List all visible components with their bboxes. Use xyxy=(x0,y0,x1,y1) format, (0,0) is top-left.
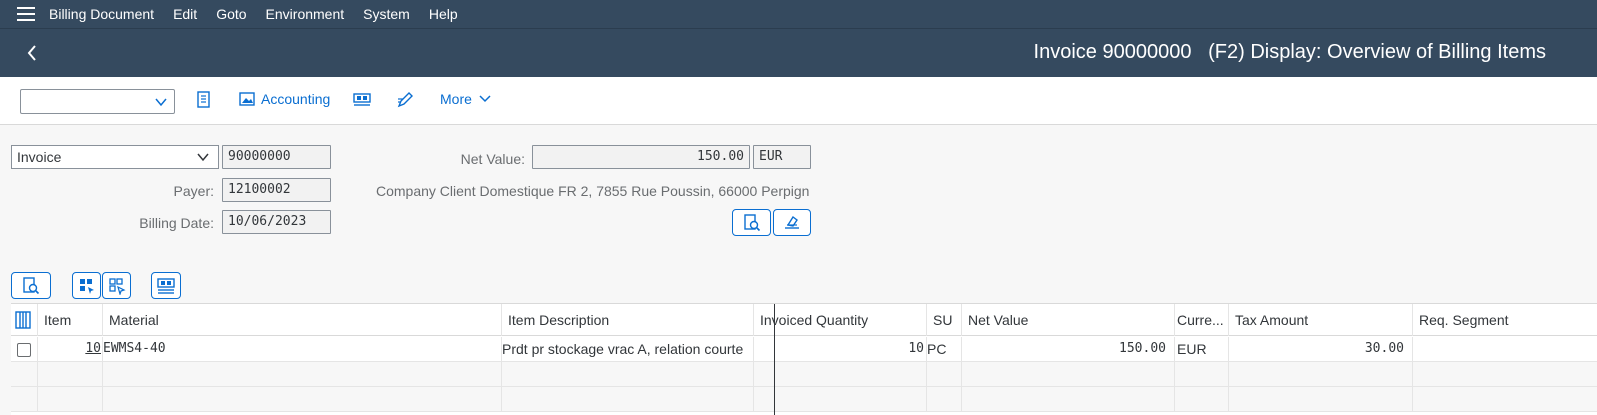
empty-cell xyxy=(103,387,502,411)
cell-req-segment xyxy=(1413,337,1597,361)
payer-label: Payer: xyxy=(173,183,214,199)
menu-edit[interactable]: Edit xyxy=(173,6,197,22)
column-header-item[interactable]: Item xyxy=(38,304,103,336)
deselect-all-button[interactable] xyxy=(102,272,131,299)
display-header-button[interactable] xyxy=(151,272,181,299)
net-value-label: Net Value: xyxy=(460,151,525,167)
payer-field[interactable]: 12100002 xyxy=(222,178,331,202)
image-icon xyxy=(239,92,255,106)
table-row-empty xyxy=(11,387,1597,412)
empty-cell xyxy=(962,362,1175,386)
empty-cell xyxy=(754,387,927,411)
chevron-down-icon xyxy=(155,98,167,107)
more-label: More xyxy=(440,91,472,107)
display-partner-button[interactable] xyxy=(732,209,771,236)
page-title: Invoice 90000000 (F2) Display: Overview … xyxy=(1033,41,1546,63)
billing-date-label: Billing Date: xyxy=(139,215,214,231)
deselect-all-icon xyxy=(108,277,126,295)
column-settings-icon[interactable] xyxy=(11,304,38,336)
chevron-down-icon xyxy=(479,95,491,103)
cell-currency: EUR xyxy=(1175,337,1229,361)
empty-cell xyxy=(1175,387,1229,411)
column-header-net-value[interactable]: Net Value xyxy=(962,304,1175,336)
menu-system[interactable]: System xyxy=(363,6,410,22)
net-value-field[interactable]: 150.00 xyxy=(532,145,750,169)
eraser-icon xyxy=(785,215,799,229)
column-header-tax-amount[interactable]: Tax Amount xyxy=(1229,304,1413,336)
table-row-empty xyxy=(11,362,1597,387)
document-search-icon xyxy=(23,276,40,294)
column-header-invoiced-quantity[interactable]: Invoiced Quantity xyxy=(754,304,927,336)
cell-tax-amount: 30.00 xyxy=(1229,337,1413,361)
cell-item[interactable]: 10 xyxy=(38,337,103,361)
empty-cell xyxy=(927,387,962,411)
empty-cell xyxy=(11,387,38,411)
document-flow-icon[interactable] xyxy=(195,91,213,109)
cell-material: EWMS4-40 xyxy=(103,337,502,361)
clear-button[interactable] xyxy=(773,209,811,236)
row-select-checkbox[interactable] xyxy=(11,337,38,361)
currency-field[interactable]: EUR xyxy=(753,145,811,169)
menu-billing-document[interactable]: Billing Document xyxy=(49,6,154,22)
select-all-icon xyxy=(79,278,94,294)
column-header-item-description[interactable]: Item Description xyxy=(502,304,754,336)
toolbar: Accounting More xyxy=(0,77,1597,125)
payer-description: Company Client Domestique FR 2, 7855 Rue… xyxy=(376,183,809,199)
menu-environment[interactable]: Environment xyxy=(266,6,345,22)
empty-cell xyxy=(927,362,962,386)
billing-items-table: Item Material Item Description Invoiced … xyxy=(11,303,1597,415)
accounting-label: Accounting xyxy=(261,91,331,107)
item-detail-button[interactable] xyxy=(11,272,51,299)
document-type-select[interactable]: Invoice xyxy=(11,145,219,169)
column-header-su[interactable]: SU xyxy=(927,304,962,336)
empty-cell xyxy=(1229,387,1413,411)
command-field-select[interactable] xyxy=(20,89,175,114)
menu-bar: Billing Document Edit Goto Environment S… xyxy=(0,0,1597,29)
cell-net-value: 150.00 xyxy=(962,337,1175,361)
select-all-button[interactable] xyxy=(72,272,101,299)
empty-cell xyxy=(754,362,927,386)
billing-date-field[interactable]: 10/06/2023 xyxy=(222,210,331,234)
cell-description: Prdt pr stockage vrac A, relation courte xyxy=(502,337,754,361)
column-header-req-segment[interactable]: Req. Segment xyxy=(1413,304,1597,336)
empty-cell xyxy=(1175,362,1229,386)
cell-quantity: 10 xyxy=(754,337,927,361)
menu-help[interactable]: Help xyxy=(429,6,458,22)
column-header-material[interactable]: Material xyxy=(103,304,502,336)
back-icon[interactable] xyxy=(22,43,42,63)
empty-cell xyxy=(103,362,502,386)
document-search-icon xyxy=(743,213,760,231)
chevron-down-icon xyxy=(197,153,209,162)
empty-cell xyxy=(962,387,1175,411)
document-number-field[interactable]: 90000000 xyxy=(222,145,331,169)
hamburger-menu-icon[interactable] xyxy=(17,7,35,21)
title-bar: Invoice 90000000 (F2) Display: Overview … xyxy=(0,29,1597,77)
more-button[interactable]: More xyxy=(440,91,492,107)
column-header-currency[interactable]: Curre... xyxy=(1175,304,1229,336)
accounting-button[interactable]: Accounting xyxy=(239,91,330,107)
empty-cell xyxy=(1229,362,1413,386)
empty-cell xyxy=(38,362,103,386)
cell-su: PC xyxy=(927,337,962,361)
edit-pen-icon[interactable] xyxy=(396,91,414,109)
empty-cell xyxy=(502,387,754,411)
table-header: Item Material Item Description Invoiced … xyxy=(11,304,1597,336)
table-row[interactable]: 10 EWMS4-40 Prdt pr stockage vrac A, rel… xyxy=(11,337,1597,362)
display-header-icon[interactable] xyxy=(353,91,371,109)
empty-cell xyxy=(38,387,103,411)
display-header-icon xyxy=(157,277,175,294)
checkbox[interactable] xyxy=(17,343,31,357)
menu-goto[interactable]: Goto xyxy=(216,6,246,22)
empty-cell xyxy=(11,362,38,386)
fixed-column-separator[interactable] xyxy=(774,304,775,415)
document-type-value: Invoice xyxy=(17,149,62,165)
empty-cell xyxy=(502,362,754,386)
